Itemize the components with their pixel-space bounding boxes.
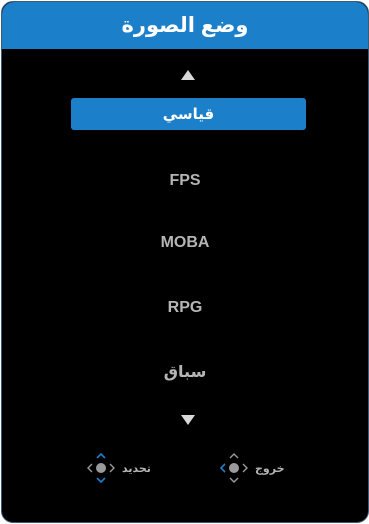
menu-item-fps[interactable]: FPS [2,165,368,197]
select-hint: تحديد [86,450,151,486]
scroll-down-icon[interactable] [181,415,195,425]
select-hint-label: تحديد [122,462,151,475]
menu-item-label: قياسي [162,106,215,123]
joystick-up-down-icon [87,452,115,484]
menu-item-rpg[interactable]: RPG [2,292,368,324]
menu-item-racing[interactable]: سباق [2,356,368,388]
exit-hint-label: خروج [255,462,285,475]
menu-item-label: سباق [163,364,207,381]
osd-menu-panel: وضع الصورة قياسي FPS MOBA RPG سباق تحديد [1,1,369,523]
joystick-left-icon [219,453,248,483]
exit-hint: خروج [219,450,285,486]
menu-item-standard[interactable]: قياسي [71,98,306,130]
scroll-up-icon[interactable] [181,70,195,80]
menu-header: وضع الصورة [2,2,368,49]
menu-item-label: MOBA [160,234,210,251]
menu-item-moba[interactable]: MOBA [2,227,368,259]
menu-item-label: RPG [167,299,203,316]
menu-item-label: FPS [169,172,201,189]
menu-title: وضع الصورة [121,14,249,37]
